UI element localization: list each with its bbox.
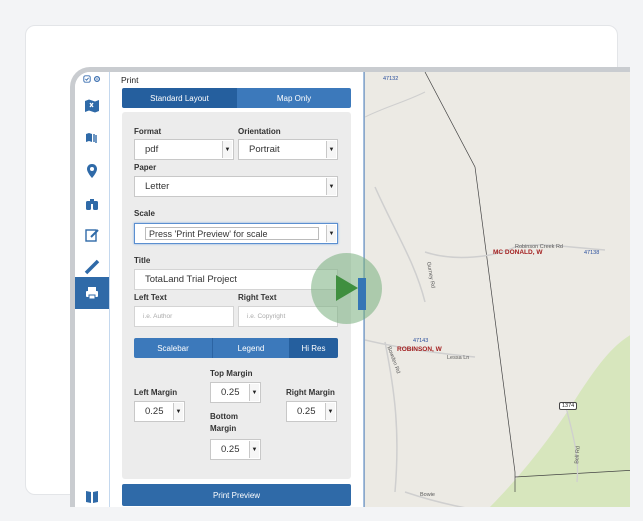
- layers-map-icon[interactable]: [75, 90, 109, 122]
- tab-hi-res[interactable]: Hi Res: [289, 338, 338, 358]
- bottom-margin-label: Bottom Margin: [210, 412, 238, 433]
- title-input[interactable]: TotaLand Trial Project: [134, 269, 338, 290]
- paper-select[interactable]: Letter ▼: [134, 176, 338, 197]
- rail-top-controls: [83, 75, 101, 83]
- map-road-robinson-creek: Robinson Creek Rd: [515, 244, 563, 250]
- tab-legend[interactable]: Legend: [212, 338, 289, 358]
- orientation-value: Portrait: [249, 144, 280, 155]
- chevron-down-icon: ▼: [173, 403, 183, 420]
- map-owner-robinson: ROBINSON, W: [397, 346, 442, 353]
- chevron-down-icon: ▼: [326, 225, 336, 242]
- right-margin-value: 0.25: [297, 406, 316, 417]
- chevron-down-icon: ▼: [326, 141, 336, 158]
- panel-title: Print: [121, 75, 139, 85]
- map-code-mid: 47143: [413, 338, 429, 344]
- print-icon[interactable]: [75, 277, 109, 309]
- chevron-down-icon: ▼: [249, 384, 259, 401]
- right-text-label: Right Text: [238, 293, 277, 302]
- paper-label: Paper: [134, 163, 157, 172]
- tab-standard-layout[interactable]: Standard Layout: [122, 88, 237, 108]
- bottom-margin-stepper[interactable]: 0.25 ▼: [210, 439, 261, 460]
- scale-select[interactable]: Press 'Print Preview' for scale ▼: [134, 223, 338, 244]
- format-value: pdf: [145, 144, 159, 155]
- video-play-overlay[interactable]: [311, 253, 382, 324]
- top-margin-stepper[interactable]: 0.25 ▼: [210, 382, 261, 403]
- left-text-label: Left Text: [134, 293, 167, 302]
- book-icon[interactable]: [75, 480, 109, 507]
- chevron-down-icon: ▼: [249, 441, 259, 458]
- format-select[interactable]: pdf ▼: [134, 139, 234, 160]
- paper-value: Letter: [145, 181, 170, 192]
- top-margin-value: 0.25: [221, 387, 240, 398]
- map-code-top: 47132: [383, 76, 399, 82]
- map-tools-icon[interactable]: [75, 122, 109, 154]
- options-tabs: Scalebar Legend Hi Res: [134, 338, 338, 358]
- bottom-margin-value: 0.25: [221, 444, 240, 455]
- map-road-lessa: Lessa Ln: [447, 355, 470, 361]
- map-canvas: [365, 72, 630, 507]
- print-preview-button[interactable]: Print Preview: [122, 484, 351, 506]
- format-label: Format: [134, 127, 162, 136]
- left-margin-stepper[interactable]: 0.25 ▼: [134, 401, 185, 422]
- orientation-label: Orientation: [238, 127, 281, 136]
- layout-tabs: Standard Layout Map Only: [122, 88, 351, 108]
- checkbox-icon[interactable]: [83, 75, 91, 83]
- left-text-input[interactable]: i.e. Author: [134, 306, 234, 327]
- tool-rail: [75, 72, 110, 507]
- tab-scalebar[interactable]: Scalebar: [134, 338, 212, 358]
- gear-icon[interactable]: [93, 75, 101, 83]
- left-margin-value: 0.25: [145, 406, 164, 417]
- map-road-bowie: Bowie: [420, 492, 435, 498]
- map-route-shield: 1374: [559, 402, 578, 410]
- orientation-select[interactable]: Portrait ▼: [238, 139, 338, 160]
- right-margin-stepper[interactable]: 0.25 ▼: [286, 401, 337, 422]
- map-view[interactable]: 47132 MC DONALD, W Robinson Creek Rd 471…: [364, 72, 630, 507]
- play-icon: [336, 275, 358, 301]
- map-owner-mcdonald: MC DONALD, W: [493, 249, 543, 256]
- scale-label: Scale: [134, 209, 155, 218]
- edit-icon[interactable]: [75, 219, 109, 251]
- binoculars-icon[interactable]: [75, 188, 109, 220]
- map-code-right: 47138: [584, 250, 600, 256]
- scale-value: Press 'Print Preview' for scale: [145, 227, 319, 240]
- chevron-down-icon: ▼: [325, 403, 335, 420]
- tab-map-only[interactable]: Map Only: [237, 88, 351, 108]
- title-label: Title: [134, 256, 151, 265]
- right-margin-label: Right Margin: [286, 388, 335, 397]
- chevron-down-icon: ▼: [222, 141, 232, 158]
- top-margin-label: Top Margin: [210, 369, 253, 378]
- panel-collapse-handle[interactable]: [358, 278, 366, 310]
- chevron-down-icon: ▼: [326, 178, 336, 195]
- location-pin-icon[interactable]: [75, 155, 109, 187]
- left-margin-label: Left Margin: [134, 388, 178, 397]
